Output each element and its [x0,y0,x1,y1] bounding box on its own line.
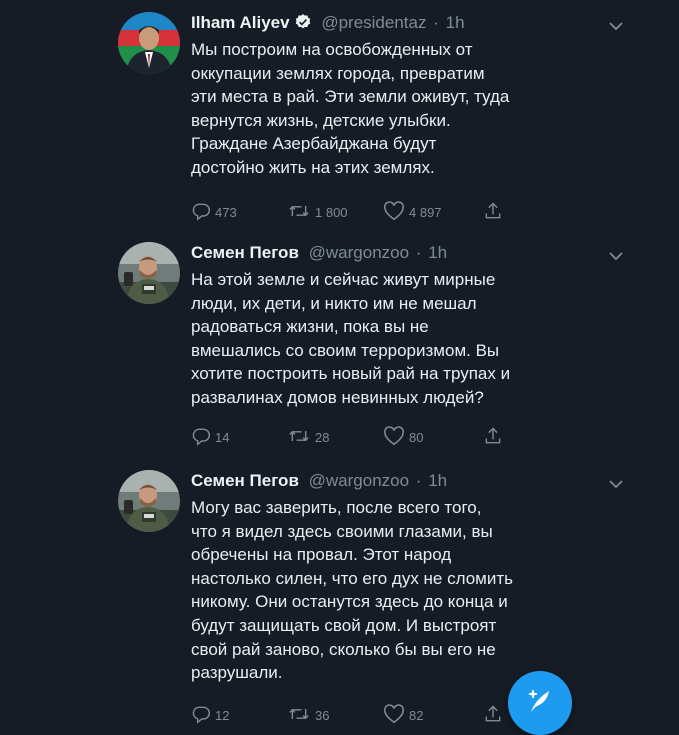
share-button[interactable] [483,704,507,726]
like-button[interactable]: 82 [383,703,424,727]
heart-icon [383,200,409,224]
tweet-time[interactable]: 1h [428,243,447,262]
reply-count: 12 [215,707,230,723]
chevron-down-icon[interactable] [608,476,624,494]
verified-badge-icon [294,13,312,39]
tweet-text-line: свой рай заново, сколько бы вы его не [191,639,496,659]
author-name[interactable]: Ilham Aliyev [191,13,290,32]
share-icon [483,426,507,449]
tweet-text: Мы построим на освобожденных от оккупаци… [191,38,621,180]
share-button[interactable] [483,426,507,448]
tweet-header: Семен Пегов @wargonzoo · 1h [191,468,621,494]
meta-separator: · [415,471,422,490]
share-icon [483,704,507,727]
retweet-button[interactable]: 1 800 [287,201,348,223]
tweet-text-line: вернутся жизнь, детские улыбки. [191,110,451,130]
heart-icon [383,425,409,449]
share-button[interactable] [483,201,507,223]
heart-icon [383,703,409,727]
avatar-aliyev[interactable] [118,12,180,74]
tweet-text-line: радоваться жизни, пока вы не [191,317,429,337]
retweet-icon [287,426,315,449]
author-name[interactable]: Семен Пегов [191,471,299,490]
retweet-button[interactable]: 36 [287,704,329,726]
tweet-text-line: развалинах домов невинных людей? [191,387,484,407]
like-button[interactable]: 80 [383,425,424,449]
share-icon [483,201,507,224]
tweet-text-line: Могу вас заверить, после всего того, [191,498,482,517]
reply-icon [191,426,215,449]
reply-count: 14 [215,429,230,445]
tweet-text-line: вмешались со своим терроризмом. Вы [191,340,500,360]
reply-count: 473 [215,204,237,220]
reply-icon [191,704,215,727]
chevron-down-icon[interactable] [608,18,624,36]
tweet-text: Могу вас заверить, после всего того, что… [191,496,621,685]
retweet-count: 36 [315,707,330,723]
retweet-count: 28 [315,429,330,445]
tweet-timeline: Ilham Aliyev @presidentaz · 1h Мы постро… [0,0,679,735]
tweet-text-line: обречены на провал. Этот народ [191,545,452,565]
author-name[interactable]: Семен Пегов [191,243,299,262]
tweet-time[interactable]: 1h [446,13,465,32]
like-count: 80 [409,429,424,445]
tweet-text-line: что я видел здесь своими глазами, вы [191,521,493,541]
retweet-count: 1 800 [315,204,348,220]
tweet-actions: 12 36 82 [191,703,521,727]
tweet-actions: 14 28 80 [191,425,521,449]
tweet-text: На этой земле и сейчас живут мирные люди… [191,268,621,410]
avatar-pegov[interactable] [118,470,180,532]
tweet-text-line: достойно жить на этих землях. [191,157,435,177]
reply-button[interactable]: 12 [191,704,229,726]
tweet-header: Ilham Aliyev @presidentaz · 1h [191,10,621,36]
compose-tweet-button[interactable] [508,671,572,735]
tweet-text-line: люди, их дети, и никто им не мешал [191,293,477,313]
like-count: 4 897 [409,204,442,220]
chevron-down-icon[interactable] [608,248,624,266]
like-button[interactable]: 4 897 [383,200,442,224]
retweet-button[interactable]: 28 [287,426,329,448]
tweet-text-line: будут защищать свой дом. И выстроят [191,615,497,635]
author-handle[interactable]: @presidentaz [321,13,426,32]
avatar-pegov[interactable] [118,242,180,304]
tweet-text-line: На этой земле и сейчас живут мирные [191,270,496,289]
tweet-text-line: Мы построим на освобожденных от [191,40,473,59]
meta-separator: · [433,13,439,32]
tweet-actions: 473 1 800 4 897 [191,200,521,224]
retweet-icon [287,704,315,727]
tweet-text-line: эти места в рай. Эти земли оживут, туда [191,87,510,107]
compose-tweet-icon [525,686,555,721]
meta-separator: · [415,243,422,262]
tweet-text-line: оккупации землях города, превратим [191,63,485,83]
tweet-time[interactable]: 1h [428,471,447,490]
author-handle[interactable]: @wargonzoo [309,471,409,490]
retweet-icon [287,201,315,224]
reply-icon [191,201,215,224]
reply-button[interactable]: 14 [191,426,229,448]
tweet-text-line: никому. Они останутся здесь до конца и [191,592,508,612]
author-handle[interactable]: @wargonzoo [309,243,409,262]
tweet-header: Семен Пегов @wargonzoo · 1h [191,240,621,266]
like-count: 82 [409,707,424,723]
tweet-text-line: Граждане Азербайджана будут [191,134,437,154]
tweet-text-line: хотите построить новый рай на трупах и [191,364,511,384]
reply-button[interactable]: 473 [191,201,237,223]
tweet-text-line: настолько силен, что его дух не сломить [191,568,513,588]
